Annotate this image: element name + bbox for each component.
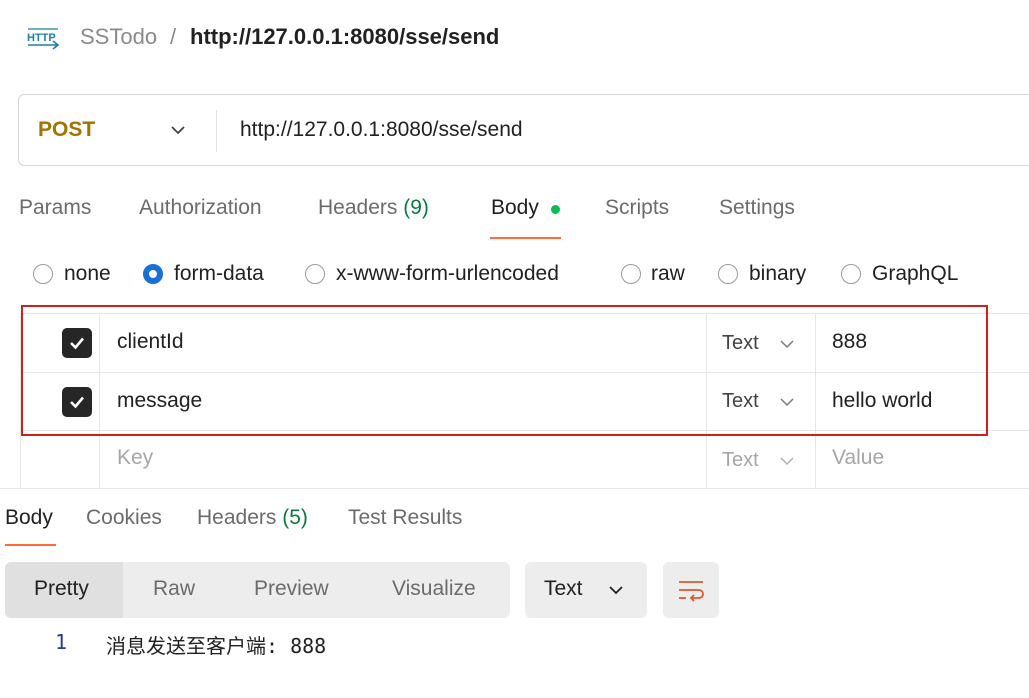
url-input[interactable]: http://127.0.0.1:8080/sse/send: [240, 118, 523, 142]
radio-raw[interactable]: [621, 264, 641, 284]
chevron-down-icon[interactable]: [169, 121, 187, 139]
resp-tab-test-results[interactable]: Test Results: [348, 506, 462, 530]
tab-headers[interactable]: Headers (9): [318, 196, 429, 220]
radio-label-none[interactable]: none: [64, 262, 111, 286]
new-type-select[interactable]: Text: [722, 449, 759, 472]
resp-tab-body[interactable]: Body: [5, 506, 53, 530]
mode-pretty[interactable]: Pretty: [34, 577, 89, 601]
radio-binary[interactable]: [718, 264, 738, 284]
new-key-input[interactable]: Key: [117, 446, 153, 470]
tab-settings[interactable]: Settings: [719, 196, 795, 220]
tab-headers-label: Headers: [318, 196, 398, 219]
response-divider: [0, 488, 1029, 489]
tab-headers-count: (9): [403, 196, 429, 219]
resp-tab-cookies[interactable]: Cookies: [86, 506, 162, 530]
new-value-input[interactable]: Value: [832, 446, 884, 470]
tab-body[interactable]: Body: [491, 196, 539, 220]
line-number: 1: [55, 630, 68, 654]
resp-tab-headers-count: (5): [282, 506, 308, 529]
radio-graphql[interactable]: [841, 264, 861, 284]
wrap-lines-icon[interactable]: [676, 575, 706, 605]
format-label[interactable]: Text: [544, 577, 583, 601]
body-status-dot: [551, 205, 560, 214]
resp-tab-headers[interactable]: Headers (5): [197, 506, 308, 530]
request-name[interactable]: http://127.0.0.1:8080/sse/send: [190, 24, 499, 50]
radio-label-urlencoded[interactable]: x-www-form-urlencoded: [336, 262, 559, 286]
radio-label-binary[interactable]: binary: [749, 262, 806, 286]
active-tab-indicator: [5, 544, 56, 546]
mode-raw[interactable]: Raw: [153, 577, 195, 601]
method-selector[interactable]: POST: [38, 118, 95, 142]
mode-preview[interactable]: Preview: [254, 577, 329, 601]
breadcrumb-separator: /: [170, 24, 177, 49]
chevron-down-icon[interactable]: [779, 453, 795, 469]
http-icon-text: HTTP: [27, 32, 56, 44]
radio-urlencoded[interactable]: [305, 264, 325, 284]
radio-form-data[interactable]: [143, 264, 163, 284]
breadcrumb-collection[interactable]: SSTodo: [80, 24, 157, 50]
mode-visualize[interactable]: Visualize: [392, 577, 476, 601]
url-divider: [216, 110, 217, 152]
http-request-icon: HTTP: [27, 28, 60, 50]
radio-label-graphql[interactable]: GraphQL: [872, 262, 958, 286]
resp-tab-headers-label: Headers: [197, 506, 277, 529]
active-tab-indicator: [490, 237, 561, 239]
tab-scripts[interactable]: Scripts: [605, 196, 669, 220]
response-line: 消息发送至客户端: 888: [106, 634, 327, 658]
tab-authorization[interactable]: Authorization: [139, 196, 262, 220]
highlight-box: [21, 305, 988, 436]
radio-label-raw[interactable]: raw: [651, 262, 685, 286]
tab-params[interactable]: Params: [19, 196, 91, 220]
radio-none[interactable]: [33, 264, 53, 284]
chevron-down-icon[interactable]: [606, 580, 626, 600]
radio-label-form-data[interactable]: form-data: [174, 262, 264, 286]
